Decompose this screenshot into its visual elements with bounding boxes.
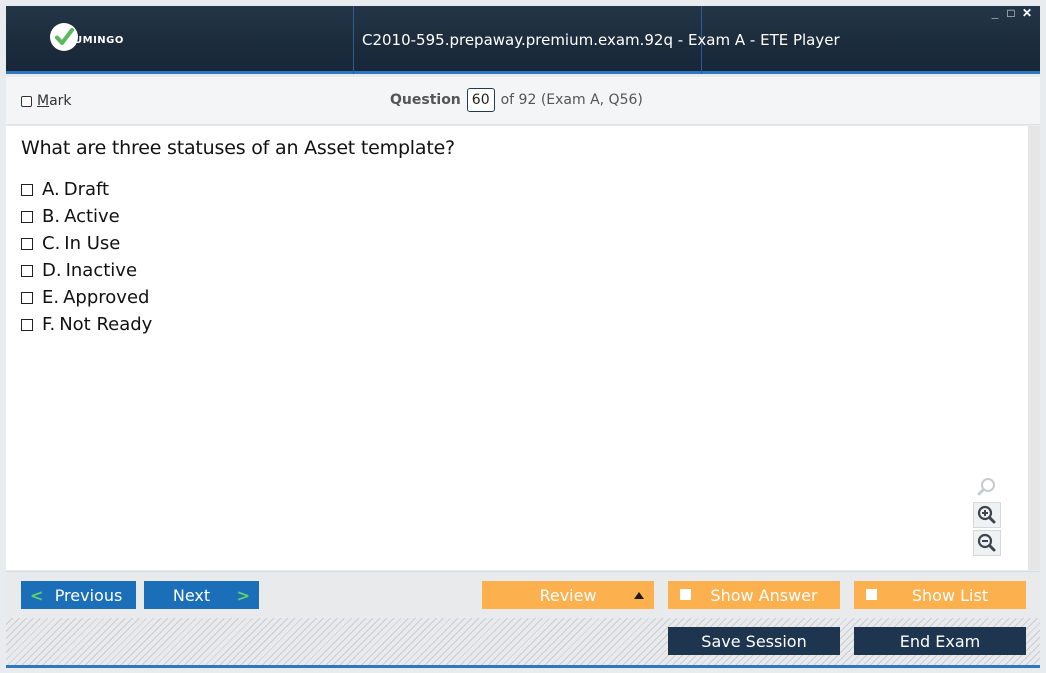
mark-checkbox[interactable]: Mark bbox=[21, 93, 72, 109]
review-button[interactable]: Review bbox=[482, 581, 654, 609]
footer-bar: Save Session End Exam bbox=[6, 618, 1040, 665]
previous-button[interactable]: < Previous bbox=[21, 581, 136, 609]
minimize-button[interactable]: _ bbox=[990, 7, 1000, 19]
question-text: What are three statuses of an Asset temp… bbox=[21, 137, 455, 159]
question-of-text: of 92 (Exam A, Q56) bbox=[500, 92, 643, 108]
option-text: Draft bbox=[63, 179, 110, 200]
answer-option-b[interactable]: B. Active bbox=[21, 203, 152, 230]
previous-label: Previous bbox=[54, 585, 123, 605]
show-list-button[interactable]: Show List bbox=[854, 581, 1026, 609]
question-label: Question bbox=[390, 92, 461, 108]
footer-accent-line bbox=[6, 665, 1040, 668]
option-letter: D. bbox=[42, 260, 62, 281]
option-text: Approved bbox=[63, 287, 150, 308]
option-text: Not Ready bbox=[59, 314, 153, 335]
option-letter: B. bbox=[42, 206, 61, 227]
option-letter: A. bbox=[42, 179, 60, 200]
save-session-label: Save Session bbox=[701, 631, 807, 651]
show-list-label: Show List bbox=[911, 585, 989, 605]
next-button[interactable]: Next > bbox=[144, 581, 259, 609]
answer-option-f[interactable]: F. Not Ready bbox=[21, 311, 152, 338]
show-answer-label: Show Answer bbox=[710, 585, 818, 605]
window-title: C2010-595.prepaway.premium.exam.92q - Ex… bbox=[362, 31, 840, 49]
option-letter: E. bbox=[42, 287, 60, 308]
chevron-left-icon: < bbox=[30, 585, 44, 605]
vumingo-logo: UMINGO bbox=[50, 23, 160, 57]
scrollbar[interactable] bbox=[1028, 126, 1040, 570]
next-label: Next bbox=[172, 585, 211, 605]
exam-player-window: UMINGO C2010-595.prepaway.premium.exam.9… bbox=[0, 0, 1046, 673]
answer-checkbox[interactable] bbox=[21, 183, 33, 196]
answer-checkbox[interactable] bbox=[21, 291, 33, 304]
review-label: Review bbox=[539, 585, 597, 605]
option-text: Inactive bbox=[65, 260, 138, 281]
zoom-in-icon[interactable] bbox=[973, 502, 1001, 528]
save-session-button[interactable]: Save Session bbox=[668, 627, 840, 655]
show-answer-button[interactable]: Show Answer bbox=[668, 581, 840, 609]
caret-up-icon[interactable] bbox=[634, 592, 644, 599]
question-content: What are three statuses of an Asset temp… bbox=[6, 126, 1040, 570]
search-icon[interactable] bbox=[973, 474, 1001, 500]
maximize-button[interactable]: □ bbox=[1006, 7, 1016, 19]
show-list-checkbox[interactable] bbox=[866, 589, 877, 600]
close-button[interactable]: ✕ bbox=[1022, 7, 1032, 19]
end-exam-button[interactable]: End Exam bbox=[854, 627, 1026, 655]
answer-option-a[interactable]: A. Draft bbox=[21, 176, 152, 203]
end-exam-label: End Exam bbox=[899, 631, 981, 651]
show-answer-checkbox[interactable] bbox=[680, 589, 691, 600]
answer-checkbox[interactable] bbox=[21, 318, 33, 331]
chevron-right-icon: > bbox=[236, 585, 250, 605]
answer-options: A. Draft B. Active C. In Use D. Inactive… bbox=[21, 176, 152, 338]
option-letter: F. bbox=[42, 314, 56, 335]
zoom-toolbar bbox=[973, 474, 1003, 558]
title-bar: UMINGO C2010-595.prepaway.premium.exam.9… bbox=[6, 6, 1040, 74]
option-text: In Use bbox=[64, 233, 121, 254]
answer-option-d[interactable]: D. Inactive bbox=[21, 257, 152, 284]
answer-option-e[interactable]: E. Approved bbox=[21, 284, 152, 311]
title-divider bbox=[353, 6, 354, 74]
answer-option-c[interactable]: C. In Use bbox=[21, 230, 152, 257]
answer-checkbox[interactable] bbox=[21, 264, 33, 277]
answer-checkbox[interactable] bbox=[21, 237, 33, 250]
window-controls: _ □ ✕ bbox=[990, 7, 1032, 19]
question-header: Mark Question 60 of 92 (Exam A, Q56) bbox=[6, 77, 1040, 125]
question-number-input[interactable]: 60 bbox=[466, 88, 495, 112]
answer-checkbox[interactable] bbox=[21, 210, 33, 223]
option-letter: C. bbox=[42, 233, 61, 254]
navigation-bar: < Previous Next > Review Show Answer Sho… bbox=[6, 571, 1040, 617]
question-counter: Question 60 of 92 (Exam A, Q56) bbox=[390, 88, 643, 112]
brand-text: UMINGO bbox=[74, 35, 124, 46]
option-text: Active bbox=[64, 206, 120, 227]
mark-checkbox-box[interactable] bbox=[21, 95, 32, 107]
mark-label[interactable]: Mark bbox=[37, 93, 72, 109]
zoom-out-icon[interactable] bbox=[973, 530, 1001, 556]
